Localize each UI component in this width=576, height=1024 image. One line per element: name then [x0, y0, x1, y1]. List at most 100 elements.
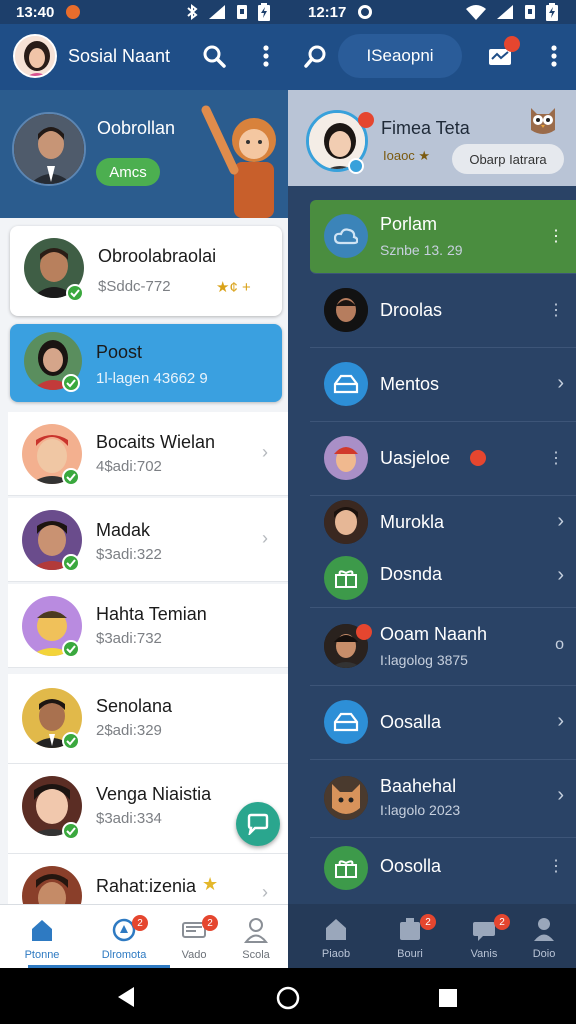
contact-sub: $Sddc-772 — [98, 278, 171, 295]
status-pill[interactable]: Obarp Iatrara — [452, 144, 564, 174]
menu-item-sub: I:lagolo 2023 — [380, 802, 461, 818]
home-icon — [326, 919, 346, 940]
chevron-right-icon[interactable]: › — [557, 510, 564, 533]
contact-card-highlighted[interactable]: Poost 1l-lagen 43662 9 — [10, 324, 282, 402]
more-vert-icon[interactable]: ⋮ — [548, 300, 564, 320]
menu-item-dosnda[interactable]: Dosnda › — [310, 552, 576, 608]
online-indicator — [348, 158, 364, 174]
menu-item-ooam-naanh[interactable]: Ooam Naanh I:lagolog 3875 o — [310, 610, 576, 686]
list-item[interactable]: Bocaits Wielan 4$adi:702 › — [8, 412, 288, 496]
more-vert-icon — [263, 45, 269, 67]
list-item[interactable]: Madak $3adi:322 › — [8, 498, 288, 582]
home-button-icon[interactable] — [276, 986, 300, 1010]
new-chat-fab[interactable] — [236, 802, 280, 846]
chevron-right-icon: › — [262, 528, 268, 548]
status-icons-left — [186, 3, 270, 21]
menu-item-label: Ooam Naanh — [380, 624, 488, 644]
menu-item-oosolla[interactable]: Oosolla ⋮ — [310, 838, 576, 904]
left-panel: Oobrollan Amcs Obroolabraolai $Sddc-772 … — [0, 90, 288, 968]
contact-sub: 4$adi:702 — [96, 458, 162, 475]
menu-item-sub: Sznbe 13. 29 — [380, 242, 463, 258]
avatar-portrait-icon — [15, 36, 55, 76]
nav-item-bouri[interactable]: 2 Bouri — [374, 904, 446, 968]
nav-badge: 2 — [202, 915, 218, 931]
rating-tag: ★¢ + — [216, 279, 251, 296]
profile-name: Oobrollan — [97, 118, 176, 138]
nav-item-profile-right[interactable]: Doio — [508, 904, 576, 968]
back-icon[interactable] — [116, 986, 136, 1008]
chevron-right-icon[interactable]: › — [557, 784, 564, 807]
owl-icon — [531, 108, 555, 134]
system-navigation-bar — [0, 968, 576, 1024]
contact-sub: $3adi:322 — [96, 546, 162, 563]
nav-item-promota[interactable]: 2 Dlromota — [88, 905, 160, 969]
more-vert-icon[interactable]: ⋮ — [548, 856, 564, 876]
menu-item-label: Dosnda — [380, 564, 443, 584]
chat-bubble-icon — [247, 813, 269, 835]
list-item[interactable]: Hahta Temian $3adi:732 — [8, 584, 288, 668]
avatar — [324, 776, 368, 820]
search-button-right[interactable] — [298, 38, 334, 74]
status-bar-left: 13:40 — [0, 0, 288, 24]
profile-chip[interactable]: Amcs — [96, 158, 160, 186]
contact-card-featured[interactable]: Obroolabraolai $Sddc-772 ★¢ + — [10, 226, 282, 316]
verified-check-icon — [62, 468, 80, 486]
nav-label: Ptonne — [24, 949, 60, 961]
list-item[interactable]: Senolana 2$adi:329 — [8, 674, 288, 764]
contact-name: Madak — [96, 520, 151, 540]
nav-label: Piaob — [321, 948, 351, 960]
search-button[interactable] — [196, 38, 232, 74]
recents-icon[interactable] — [438, 988, 458, 1008]
conversation-header: Fimea Teta Ioaoc ★ Obarp Iatrara — [288, 90, 576, 186]
signal-icon-right — [497, 5, 513, 19]
sync-icon — [358, 5, 373, 19]
menu-item-baahehal[interactable]: Baahehal I:lagolo 2023 › — [310, 760, 576, 838]
menu-item-label: Murokla — [380, 512, 445, 532]
menu-item-murokla[interactable]: Murokla › — [310, 496, 576, 552]
nav-item-home-right[interactable]: Piaob — [300, 904, 372, 968]
contact-name: Rahat:izenia — [96, 876, 197, 896]
menu-item-porlam[interactable]: Porlam Sznbe 13. 29 ⋮ — [310, 200, 576, 274]
chevron-right-icon[interactable]: › — [557, 564, 564, 587]
verified-check-icon — [62, 554, 80, 572]
search-field[interactable]: ISeaopni — [338, 34, 462, 78]
menu-item-mentos[interactable]: Mentos › — [310, 348, 576, 422]
chevron-right-icon[interactable]: › — [557, 710, 564, 733]
overflow-menu-button[interactable] — [248, 38, 284, 74]
menu-item-sub: I:lagolog 3875 — [380, 652, 468, 668]
profile-photo[interactable] — [12, 112, 86, 186]
notifications-button[interactable] — [482, 36, 520, 74]
overflow-menu-button-right[interactable] — [536, 38, 572, 74]
menu-item-label: Droolas — [380, 300, 443, 320]
contact-status: Ioaoc ★ — [383, 148, 431, 163]
avatar — [324, 436, 368, 480]
contact-name: Senolana — [96, 696, 173, 716]
profile-header: Oobrollan Amcs — [0, 90, 288, 218]
nav-item-home[interactable]: Ptonne — [6, 905, 78, 969]
more-vert-icon[interactable]: ⋮ — [548, 226, 564, 246]
menu-item-droolas[interactable]: Droolas ⋮ — [310, 274, 576, 348]
app-title: Sosial Naant — [68, 46, 171, 66]
nav-item-profile[interactable]: Scola — [220, 905, 292, 969]
chevron-right-icon: › — [262, 882, 268, 902]
more-vert-icon[interactable]: ⋮ — [548, 448, 564, 468]
gift-icon — [324, 556, 368, 600]
sim-icon-right — [525, 5, 535, 19]
verified-check-icon — [62, 732, 80, 750]
menu-item-uasjeloe[interactable]: Uasjeloe ⋮ — [310, 422, 576, 496]
notification-dot-icon — [66, 5, 81, 19]
person-icon — [244, 918, 268, 943]
contact-name: Fimea Teta — [381, 118, 470, 138]
contact-sub: 1l-lagen 43662 9 — [96, 370, 208, 387]
app-bar: Sosial Naant ISeaopni — [0, 24, 576, 90]
sim-icon — [237, 5, 247, 19]
more-vert-icon-right — [551, 45, 557, 67]
avatar — [324, 288, 368, 332]
battery-icon-right — [546, 3, 558, 21]
signal-icon — [209, 5, 225, 19]
chevron-right-icon[interactable]: › — [557, 372, 564, 395]
verified-check-icon — [66, 284, 84, 302]
user-avatar[interactable] — [13, 34, 57, 78]
menu-item-badge — [470, 450, 486, 466]
menu-item-oosalla[interactable]: Oosalla › — [310, 686, 576, 760]
